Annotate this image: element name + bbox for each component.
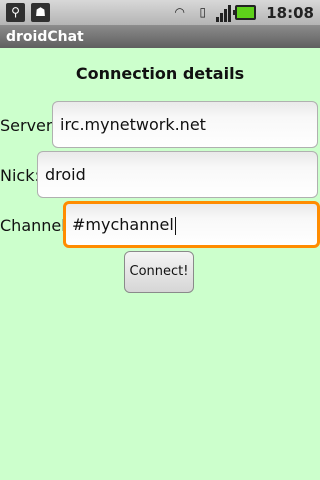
sim-card-icon: ▯ [199, 5, 207, 19]
server-label: Server: [0, 116, 58, 135]
nick-input[interactable]: droid [37, 151, 318, 198]
nick-input-value: droid [45, 165, 86, 184]
server-input-value: irc.mynetwork.net [60, 115, 206, 134]
status-time: 18:08 [266, 3, 314, 22]
signal-icon [216, 3, 232, 22]
channel-label: Channel: [0, 216, 72, 235]
app-title: droidChat [6, 29, 84, 45]
server-input[interactable]: irc.mynetwork.net [52, 101, 318, 148]
connect-button[interactable]: Connect! [124, 251, 194, 293]
battery-icon [233, 5, 257, 20]
nick-label: Nick: [0, 166, 40, 185]
wifi-icon: ◠ [174, 5, 185, 19]
android-debug-icon: ☗ [31, 3, 50, 22]
channel-input[interactable]: #mychannel [63, 201, 320, 248]
form-heading: Connection details [75, 64, 245, 83]
app-title-bar: droidChat [0, 26, 320, 48]
usb-icon: ⚲ [6, 3, 25, 22]
status-bar: ⚲ ☗ ◠ ▯ 18:08 [0, 0, 320, 26]
channel-input-value: #mychannel [72, 215, 174, 234]
text-cursor [174, 216, 176, 235]
